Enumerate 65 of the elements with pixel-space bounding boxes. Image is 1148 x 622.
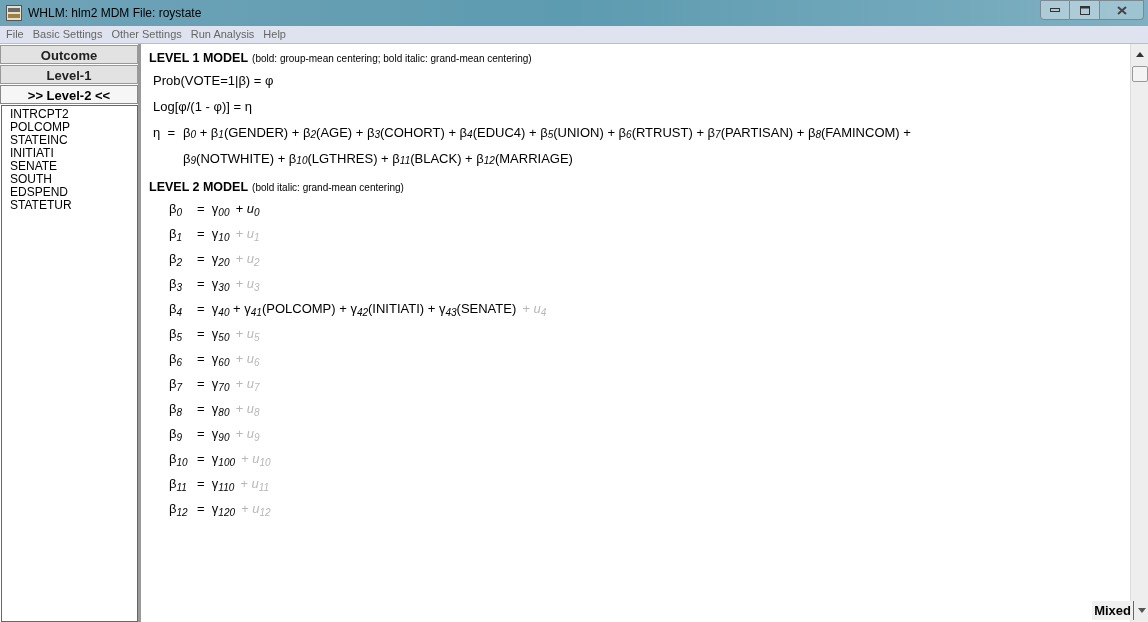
equation: = γ$_{90}$	[197, 425, 230, 444]
coefficient: β$_{10}$	[169, 450, 189, 469]
dropdown-caret-icon[interactable]	[1138, 607, 1146, 613]
menu-item[interactable]: File	[6, 26, 24, 43]
coefficient: β$_{12}$	[169, 500, 189, 519]
nav-button[interactable]: >> Level-2 <<	[0, 85, 138, 104]
nav-button[interactable]: Level-1	[0, 65, 138, 84]
variable-item[interactable]: STATETUR	[10, 199, 137, 212]
equation: = γ$_{20}$	[197, 250, 230, 269]
variable-item[interactable]: INTRCPT2	[10, 108, 137, 121]
random-effect-term[interactable]: + u$_{0}$	[235, 199, 260, 219]
coefficient: β$_{7}$	[169, 375, 184, 394]
equation: = γ$_{00}$	[197, 200, 230, 219]
equation-symbol: η =	[153, 124, 177, 142]
variable-item[interactable]: SENATE	[10, 160, 137, 173]
equation: = γ$_{70}$	[197, 375, 230, 394]
equation: Prob(VOTE=1|β) = φ	[153, 72, 274, 90]
coefficient: β$_{2}$	[169, 250, 184, 269]
equation: = γ$_{30}$	[197, 275, 230, 294]
scrollbar[interactable]	[1130, 44, 1148, 622]
window-title: WHLM: hlm2 MDM File: roystate	[28, 5, 202, 22]
close-icon	[1116, 5, 1127, 15]
equation: = γ$_{60}$	[197, 350, 230, 369]
maximize-button[interactable]	[1070, 0, 1100, 20]
coefficient: β$_{9}$	[169, 425, 184, 444]
equation: = γ$_{50}$	[197, 325, 230, 344]
minimize-button[interactable]	[1040, 0, 1070, 20]
scroll-up-icon	[1136, 52, 1144, 57]
close-button[interactable]	[1100, 0, 1144, 20]
variable-item[interactable]: SOUTH	[10, 173, 137, 186]
equation: = γ$_{110}$	[197, 475, 235, 494]
variable-item[interactable]: STATEINC	[10, 134, 137, 147]
equation: = γ$_{120}$	[197, 500, 235, 519]
section-heading: LEVEL 2 MODEL	[149, 178, 249, 196]
minimize-icon	[1050, 8, 1060, 12]
scroll-thumb[interactable]	[1132, 66, 1148, 82]
maximize-icon	[1079, 5, 1090, 15]
equation: = γ$_{80}$	[197, 400, 230, 419]
coefficient: β$_{5}$	[169, 325, 184, 344]
equation: β$_{0}$ + β$_{1}$(GENDER) + β$_{2}$(AGE) + β$_{3}$(COHORT) + β$_{4}$(EDUC4) + β$_{5}$(UNION) + β$_{6}$(RTRUST) + β$_{7}$(PARTISAN) + β$_{8}$(FAMINCOM) +	[183, 124, 911, 143]
coefficient: β$_{3}$	[169, 275, 184, 294]
menu-item[interactable]: Basic Settings	[32, 26, 103, 43]
menu-item[interactable]: Help	[263, 26, 286, 43]
coefficient: β$_{4}$	[169, 300, 184, 319]
coefficient: β$_{1}$	[169, 225, 184, 244]
app-icon	[6, 5, 22, 21]
coefficient: β$_{6}$	[169, 350, 184, 369]
equation: Log[φ/(1 - φ)] = η	[153, 98, 252, 116]
menu-item[interactable]: Other Settings	[111, 26, 182, 43]
coefficient: β$_{11}$	[169, 475, 188, 494]
section-note: (bold italic: grand-mean centering)	[252, 180, 404, 195]
variable-item[interactable]: POLCOMP	[10, 121, 137, 134]
equation: = γ$_{40}$ + γ$_{41}$(POLCOMP) + γ$_{42}$(INITIATI) + γ$_{43}$(SENATE)	[197, 300, 517, 319]
equation: β$_{9}$(NOTWHITE) + β$_{10}$(LGTHRES) + β$_{11}$(BLACK) + β$_{12}$(MARRIAGE)	[183, 150, 574, 169]
coefficient: β$_{8}$	[169, 400, 184, 419]
menu-item[interactable]: Run Analysis	[190, 26, 255, 43]
equation: = γ$_{10}$	[197, 225, 230, 244]
variable-item[interactable]: INITIATI	[10, 147, 137, 160]
equation: = γ$_{100}$	[197, 450, 235, 469]
nav-button[interactable]: Outcome	[0, 45, 138, 64]
section-note: (bold: group-mean centering; bold italic: grand-mean centering)	[252, 52, 532, 66]
model-type-value: Mixed	[1092, 600, 1134, 620]
coefficient: β$_{0}$	[169, 200, 184, 219]
section-heading: LEVEL 1 MODEL	[149, 50, 249, 67]
variable-item[interactable]: EDSPEND	[10, 186, 137, 199]
